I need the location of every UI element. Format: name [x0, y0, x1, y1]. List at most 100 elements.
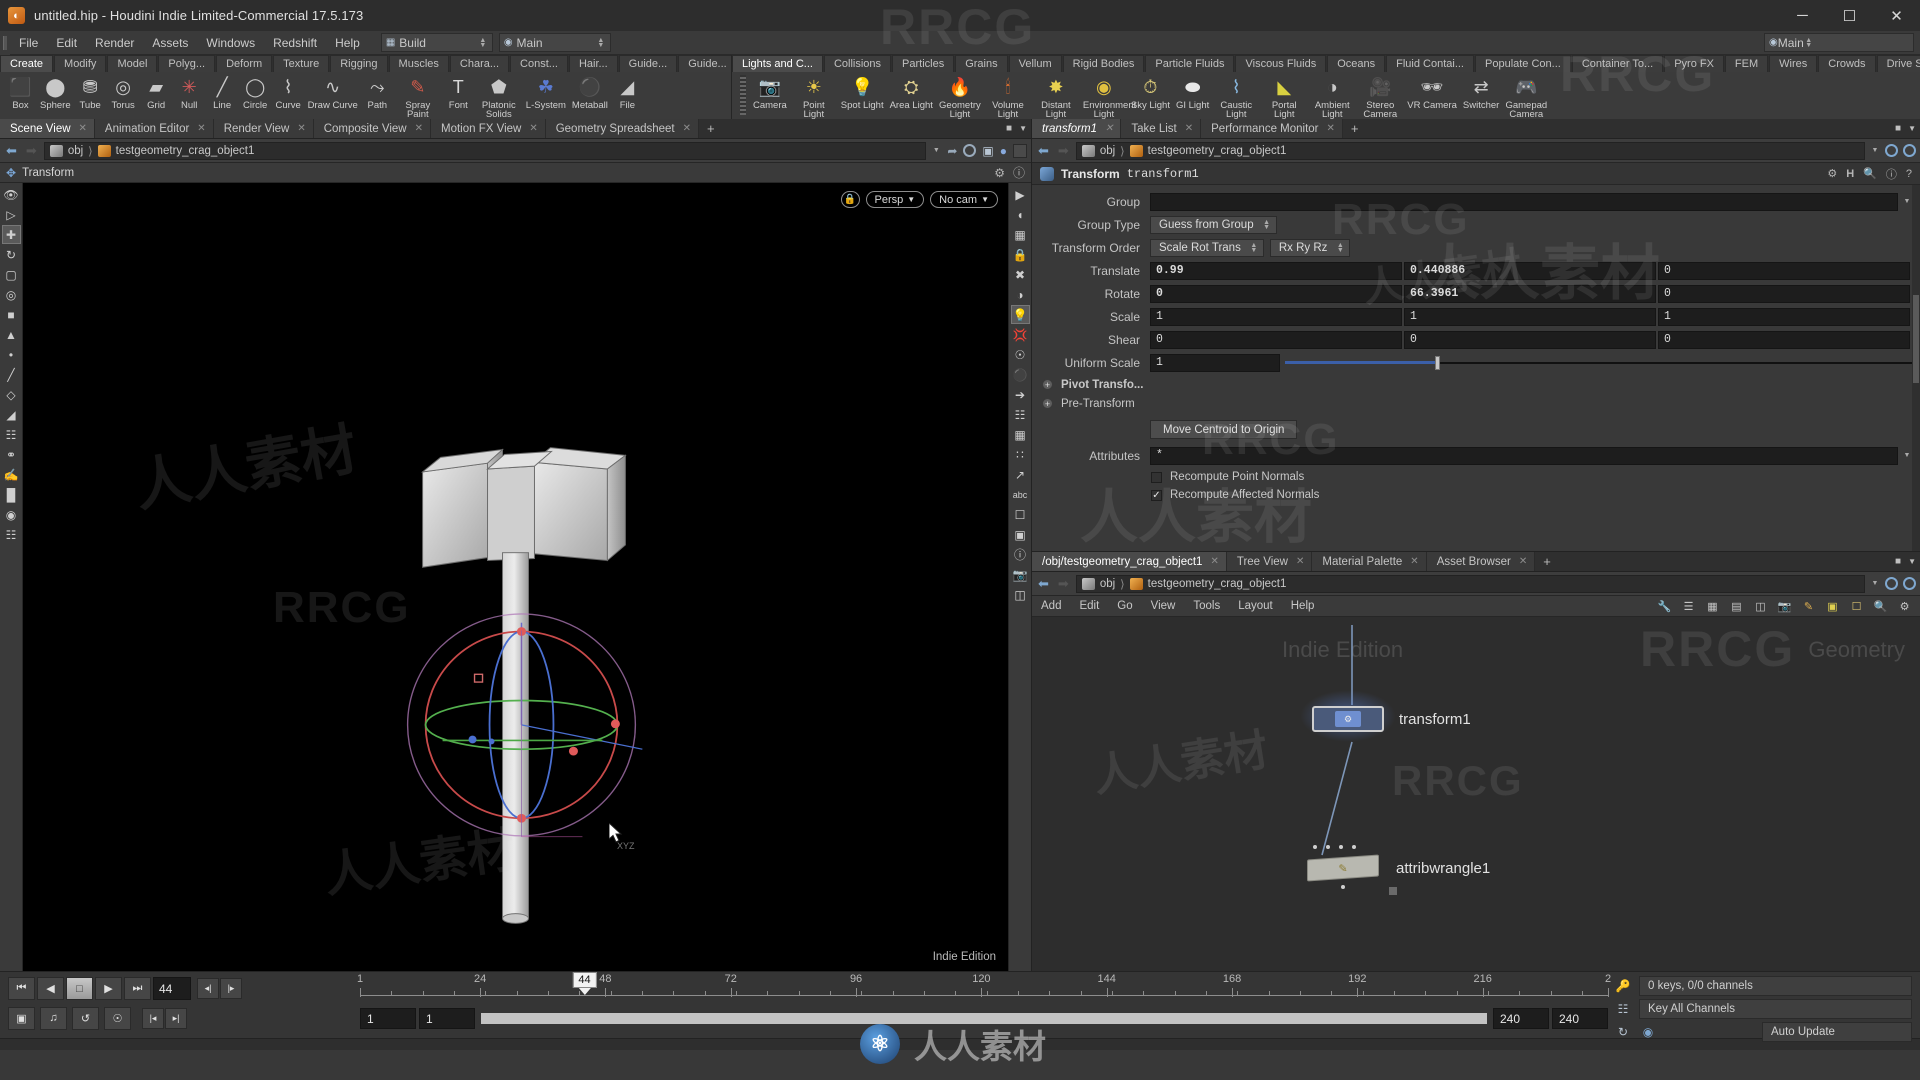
- realtime-toggle-icon[interactable]: ☉: [104, 1007, 131, 1030]
- menu-file[interactable]: File: [10, 31, 47, 55]
- build-selector[interactable]: ▦ Build ▲▼: [381, 33, 493, 52]
- recompute-point-normals-row[interactable]: Recompute Point Normals: [1032, 468, 1920, 486]
- shelf-tool-font[interactable]: TFont: [442, 72, 475, 110]
- shelf-tool-gamepad-camera[interactable]: 🎮Gamepad Camera: [1502, 72, 1550, 119]
- select-visible-icon[interactable]: ➔: [1011, 385, 1030, 404]
- viewport-tabstrip[interactable]: Scene View✕Animation Editor✕Render View✕…: [0, 119, 1031, 139]
- path-dropdown-icon[interactable]: ▼: [1870, 581, 1880, 586]
- shelf-tab-right-13[interactable]: FEM: [1725, 55, 1768, 72]
- param-value-y[interactable]: 0.440886: [1404, 262, 1656, 280]
- pin-icon[interactable]: ➦: [947, 144, 957, 158]
- shelf-tool-null[interactable]: ✳Null: [173, 72, 206, 110]
- shelf-tab-right-2[interactable]: Particles: [892, 55, 954, 72]
- chevron-updown-icon[interactable]: ▲▼: [596, 38, 606, 48]
- slider-knob[interactable]: [1435, 356, 1440, 370]
- list-view-icon[interactable]: ☰: [1681, 599, 1696, 613]
- playback-end-frame-field[interactable]: 240: [1493, 1008, 1549, 1029]
- step-back-button[interactable]: ◀: [37, 977, 64, 1000]
- shelf-tab-right-4[interactable]: Vellum: [1009, 55, 1062, 72]
- gear-icon[interactable]: ⚙: [1827, 167, 1837, 180]
- shelf-tool-platonic-solids[interactable]: ⬟Platonic Solids: [475, 72, 523, 119]
- guide-geometry-icon[interactable]: ☷: [1011, 405, 1030, 424]
- close-tab-icon[interactable]: ✕: [1410, 556, 1418, 567]
- close-tab-icon[interactable]: ✕: [1296, 556, 1304, 567]
- shelf-tool-volume-light[interactable]: 🕯Volume Light: [984, 72, 1032, 119]
- shelf-tool-vr-camera[interactable]: 🕶VR Camera: [1404, 72, 1460, 110]
- chevron-updown-icon[interactable]: ▲▼: [1804, 38, 1814, 48]
- audio-icon[interactable]: ♫: [40, 1007, 67, 1030]
- param-value-y[interactable]: 1: [1404, 308, 1656, 326]
- network-pin-icon[interactable]: [1885, 577, 1898, 590]
- shelf-tool-draw-curve[interactable]: ∿Draw Curve: [305, 72, 361, 110]
- param-value-z[interactable]: 1: [1658, 308, 1910, 326]
- shelf-tool-torus[interactable]: ◎Torus: [107, 72, 140, 110]
- network-menu-add[interactable]: Add: [1032, 596, 1070, 617]
- close-tab-icon[interactable]: ✕: [529, 123, 537, 134]
- display-options-icon[interactable]: ⚙: [1897, 599, 1912, 613]
- grid-view-icon[interactable]: ▦: [1705, 599, 1720, 613]
- text-display-icon[interactable]: abc: [1011, 485, 1030, 504]
- vertex-mode-icon[interactable]: ◢: [2, 405, 21, 424]
- node-input-connectors[interactable]: [1313, 845, 1356, 849]
- parameter-scrollbar[interactable]: [1912, 185, 1920, 551]
- key-all-channels-button[interactable]: Key All Channels: [1639, 999, 1912, 1019]
- pane-menu-icon[interactable]: ▼: [1019, 124, 1027, 133]
- grid-display-icon[interactable]: ▦: [1011, 425, 1030, 444]
- pane-menu-icon[interactable]: ▼: [1908, 557, 1916, 566]
- scene-lights-icon[interactable]: 💢: [1011, 325, 1030, 344]
- shelf-tool-environment-light[interactable]: ◉Environment Light: [1080, 72, 1128, 119]
- paint-icon[interactable]: █: [2, 485, 21, 504]
- shelf-tab-right-3[interactable]: Grains: [955, 55, 1007, 72]
- network-node-transform1[interactable]: ⚙ transform1: [1312, 703, 1471, 735]
- network-menu-go[interactable]: Go: [1108, 596, 1141, 617]
- viewport-options-icon[interactable]: ⚙: [994, 166, 1005, 180]
- shelf-tab-left-2[interactable]: Model: [107, 55, 157, 72]
- search-icon[interactable]: 🔍: [1863, 167, 1877, 180]
- network-menu-help[interactable]: Help: [1282, 596, 1324, 617]
- primitive-mode-icon[interactable]: ◇: [2, 385, 21, 404]
- network-tabstrip[interactable]: /obj/testgeometry_crag_object1✕Tree View…: [1032, 552, 1920, 572]
- shelf-tab-left-5[interactable]: Texture: [273, 55, 329, 72]
- param-value-x[interactable]: 0.99: [1150, 262, 1402, 280]
- shelf-right-tabstrip[interactable]: Lights and C...CollisionsParticlesGrains…: [732, 55, 1920, 72]
- shelf-tab-right-14[interactable]: Wires: [1769, 55, 1817, 72]
- node-body[interactable]: ✎: [1307, 854, 1379, 881]
- network-canvas[interactable]: Indie Edition Geometry ⚙: [1032, 617, 1920, 971]
- shelf-tool-distant-light[interactable]: ✸Distant Light: [1032, 72, 1080, 119]
- close-tab-icon[interactable]: ✕: [415, 123, 423, 134]
- close-tab-icon[interactable]: ✕: [683, 123, 691, 134]
- node-body[interactable]: ⚙: [1312, 706, 1384, 732]
- shading-mode-icon[interactable]: ◑: [1011, 285, 1030, 304]
- menubar-drag-handle[interactable]: [0, 31, 10, 55]
- shelf-tool-sphere[interactable]: ⬤Sphere: [37, 72, 74, 110]
- shelf-tab-right-9[interactable]: Fluid Contai...: [1386, 55, 1474, 72]
- path-dropdown-icon[interactable]: ▼: [931, 148, 941, 153]
- param-menu-order[interactable]: Scale Rot Trans▲▼: [1150, 239, 1264, 257]
- shelf-tool-file[interactable]: ◢File: [611, 72, 644, 110]
- select-tool-icon[interactable]: ▷: [2, 205, 21, 224]
- maximize-pane-icon[interactable]: ■: [1895, 123, 1901, 134]
- scale-tool-icon[interactable]: ▢: [2, 265, 21, 284]
- close-button[interactable]: ✕: [1873, 0, 1920, 31]
- maximize-pane-icon[interactable]: ■: [1006, 123, 1012, 134]
- chevron-updown-icon[interactable]: ▲▼: [478, 38, 488, 48]
- back-arrow-icon[interactable]: ⬅: [1036, 143, 1051, 159]
- measure-icon[interactable]: ☷: [2, 525, 21, 544]
- view-tool-icon[interactable]: 👁: [2, 185, 21, 204]
- network-sync-icon[interactable]: [1903, 577, 1916, 590]
- range-start-button[interactable]: |◂: [142, 1008, 164, 1029]
- timeline-ruler-area[interactable]: 1244872961201441681922162 44 1 1 240 240: [360, 972, 1608, 1038]
- desktop-selector[interactable]: ◉ Main ▲▼: [499, 33, 611, 52]
- shelf-tab-left-9[interactable]: Const...: [510, 55, 568, 72]
- shelf-tab-left-4[interactable]: Deform: [216, 55, 272, 72]
- menu-edit[interactable]: Edit: [47, 31, 86, 55]
- wrench-icon[interactable]: 🔧: [1657, 599, 1672, 613]
- global-end-frame-field[interactable]: 240: [1552, 1008, 1608, 1029]
- tab-animation-editor[interactable]: Animation Editor✕: [95, 119, 214, 138]
- param-text-field[interactable]: [1150, 193, 1898, 211]
- tab-geometry-spreadsheet[interactable]: Geometry Spreadsheet✕: [546, 119, 699, 138]
- tab-render-view[interactable]: Render View✕: [214, 119, 314, 138]
- shelf-tab-left-11[interactable]: Guide...: [619, 55, 678, 72]
- param-dropdown-icon[interactable]: ▼: [1902, 199, 1912, 204]
- camera-mask-icon[interactable]: ▣: [1011, 525, 1030, 544]
